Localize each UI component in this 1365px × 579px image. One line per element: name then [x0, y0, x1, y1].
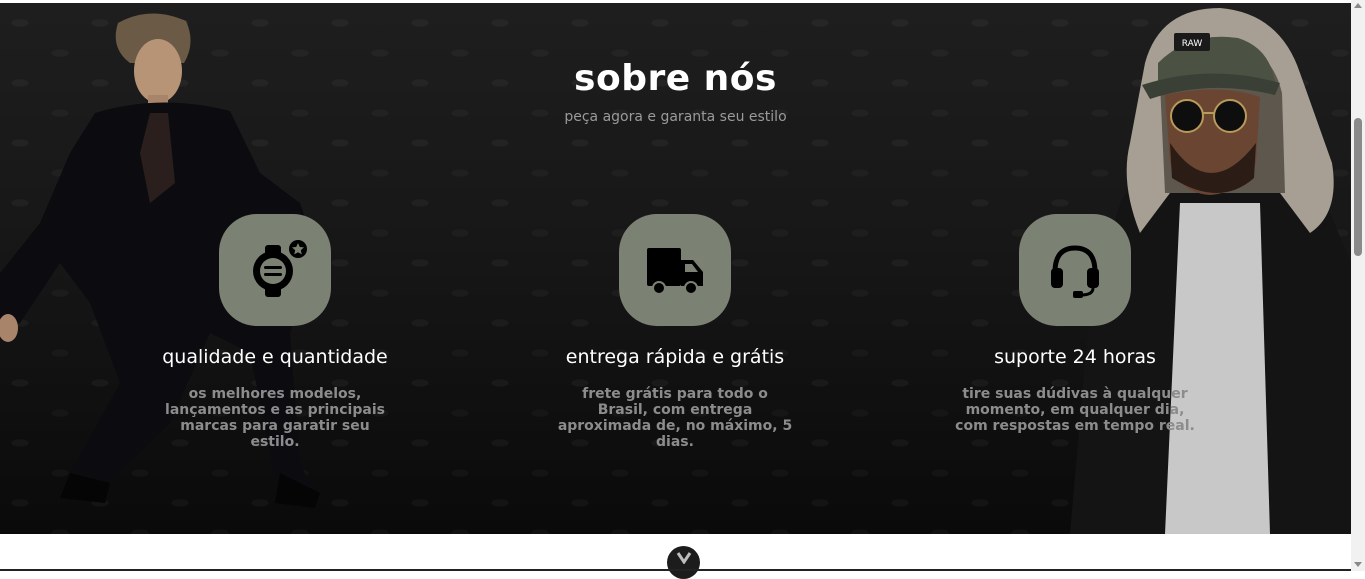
feature-quality: qualidade e quantidade os melhores model… [125, 214, 425, 450]
feature-description: frete grátis para todo o Brasil, com ent… [557, 386, 793, 450]
feature-description: tire suas dúdivas à qualquer momento, em… [955, 386, 1195, 434]
truck-icon [647, 248, 703, 295]
section-subtitle: peça agora e garanta seu estilo [564, 109, 787, 125]
feature-icon-box [619, 214, 731, 326]
feature-title: qualidade e quantidade [162, 346, 388, 368]
scroll-up-arrow[interactable] [1354, 3, 1362, 8]
headset-icon [1051, 245, 1099, 298]
about-section: RAW sobre nós peça agora e garanta seu e… [0, 3, 1351, 534]
feature-icon-box [1019, 214, 1131, 326]
scroll-down-arrow[interactable] [1354, 562, 1362, 567]
feature-icon-box [219, 214, 331, 326]
feature-support: suporte 24 horas tire suas dúdivas à qua… [925, 214, 1225, 434]
section-title: sobre nós [574, 58, 777, 99]
feature-description: os melhores modelos, lançamentos e as pr… [165, 386, 385, 450]
cap-label: RAW [1182, 39, 1203, 49]
scroll-down-button[interactable] [667, 546, 700, 579]
scrollbar-thumb[interactable] [1354, 118, 1362, 256]
feature-title: suporte 24 horas [994, 346, 1156, 368]
feature-delivery: entrega rápida e grátis frete grátis par… [525, 214, 825, 450]
scrollbar-track[interactable] [1351, 0, 1365, 571]
feature-title: entrega rápida e grátis [565, 346, 785, 368]
smartwatch-icon [253, 240, 307, 297]
chevron-down-icon [676, 552, 691, 564]
